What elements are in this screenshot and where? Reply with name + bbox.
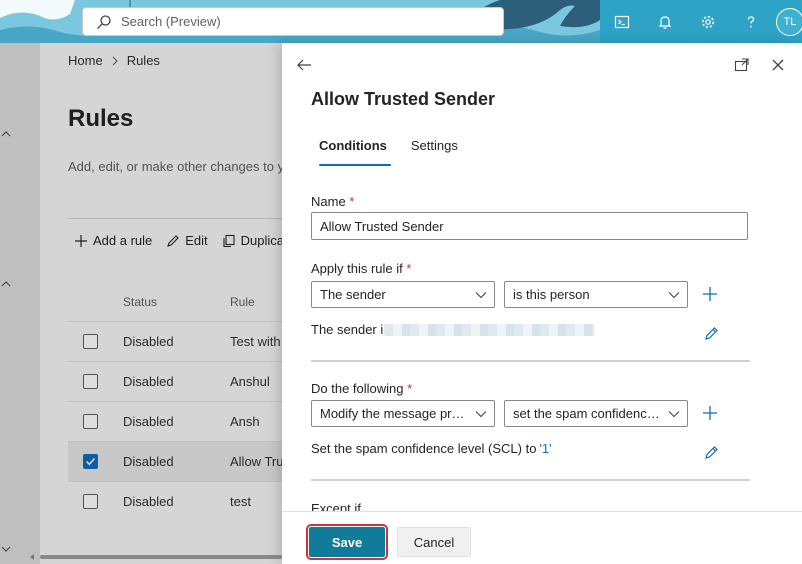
- notifications-button[interactable]: [643, 0, 686, 43]
- edit-condition-button[interactable]: [702, 324, 720, 342]
- name-label-text: Name: [311, 194, 346, 209]
- modal-overlay[interactable]: [0, 43, 282, 564]
- horizontal-scrollbar[interactable]: [28, 553, 282, 561]
- tab-settings[interactable]: Settings: [403, 135, 466, 165]
- apply-summary-text: The sender i: [311, 322, 384, 337]
- required-indicator: *: [407, 381, 413, 396]
- arrow-left-icon: [297, 59, 311, 71]
- name-field[interactable]: [311, 212, 748, 240]
- header-toolbar: [600, 0, 802, 43]
- add-action-button[interactable]: [700, 403, 720, 423]
- chevron-down-icon: [661, 401, 687, 426]
- back-button[interactable]: [294, 55, 314, 75]
- gear-icon: [701, 15, 714, 28]
- action-operator-value: set the spam confidence ...: [513, 406, 661, 421]
- close-icon: [772, 59, 784, 71]
- open-in-window-icon: [734, 58, 749, 72]
- panel-title: Allow Trusted Sender: [311, 89, 496, 109]
- action-summary-text: Set the spam confidence level (SCL) to: [311, 441, 537, 456]
- add-condition-button[interactable]: [700, 284, 720, 304]
- save-button[interactable]: Save: [306, 524, 388, 560]
- action-dropdown[interactable]: Modify the message pro...: [311, 400, 495, 427]
- apply-rule-label-text: Apply this rule if: [311, 261, 403, 276]
- help-icon: [747, 15, 754, 27]
- redacted-value: [384, 323, 595, 336]
- apply-operator-dropdown[interactable]: is this person: [504, 281, 688, 308]
- panel-tabs: Conditions Settings: [311, 135, 466, 166]
- pencil-icon: [704, 445, 718, 459]
- panel-footer: Save Cancel: [282, 511, 802, 564]
- apply-operator-value: is this person: [513, 287, 590, 302]
- search-box[interactable]: [82, 7, 504, 36]
- pencil-icon: [704, 326, 718, 340]
- plus-icon: [703, 406, 717, 420]
- apply-rule-label: Apply this rule if *: [311, 261, 411, 276]
- action-label: Do the following *: [311, 381, 412, 396]
- required-indicator: *: [406, 261, 412, 276]
- top-header: TL: [0, 0, 802, 43]
- chevron-down-icon: [661, 282, 687, 307]
- popout-button[interactable]: [732, 55, 752, 75]
- cancel-button[interactable]: Cancel: [397, 527, 471, 557]
- edit-action-button[interactable]: [702, 443, 720, 461]
- action-value: Modify the message pro...: [320, 406, 468, 421]
- chevron-down-icon: [468, 401, 494, 426]
- section-divider: [311, 360, 750, 362]
- terminal-button[interactable]: [600, 0, 643, 43]
- terminal-icon: [614, 15, 629, 28]
- bell-icon: [658, 15, 671, 29]
- exception-label: Except if: [311, 501, 361, 511]
- action-summary-value[interactable]: '1': [539, 441, 551, 456]
- section-divider: [311, 479, 750, 481]
- apply-condition-dropdown[interactable]: The sender: [311, 281, 495, 308]
- edit-rule-panel: Allow Trusted Sender Conditions Settings…: [282, 43, 802, 564]
- settings-button[interactable]: [686, 0, 729, 43]
- action-summary: Set the spam confidence level (SCL) to '…: [311, 441, 552, 456]
- apply-condition-value: The sender: [320, 287, 386, 302]
- avatar[interactable]: TL: [776, 8, 802, 36]
- name-label: Name *: [311, 194, 354, 209]
- close-button[interactable]: [768, 55, 788, 75]
- required-indicator: *: [349, 194, 355, 209]
- search-input[interactable]: [121, 14, 481, 29]
- help-button[interactable]: [729, 0, 772, 43]
- action-label-text: Do the following: [311, 381, 404, 396]
- apply-summary: The sender i: [311, 322, 595, 337]
- action-operator-dropdown[interactable]: set the spam confidence ...: [504, 400, 688, 427]
- panel-body: Name * Apply this rule if * The sender i…: [282, 183, 802, 511]
- chevron-down-icon: [468, 282, 494, 307]
- search-icon: [95, 13, 113, 31]
- plus-icon: [703, 287, 717, 301]
- tab-conditions[interactable]: Conditions: [311, 135, 395, 166]
